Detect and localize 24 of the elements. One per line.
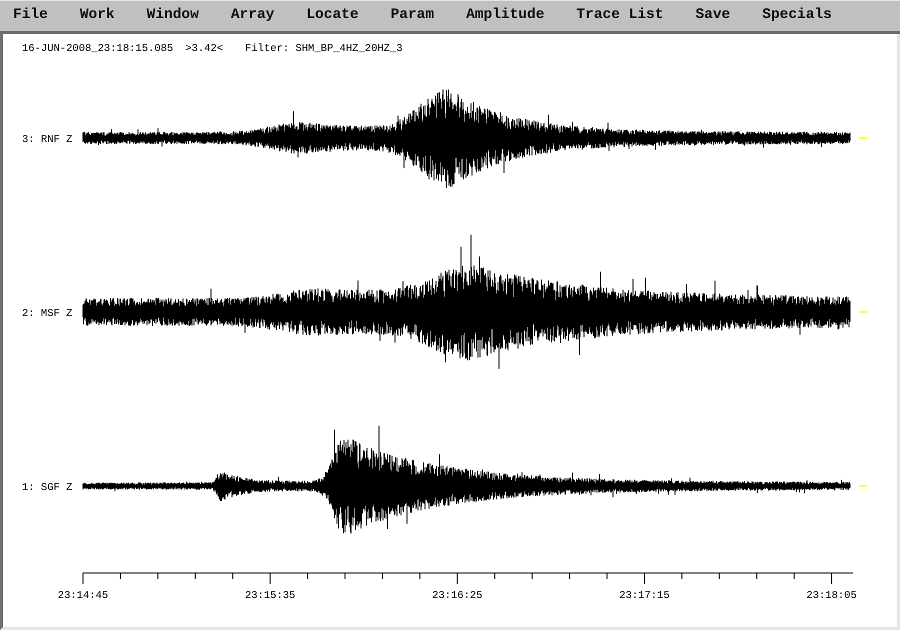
time-label: 23:15:35: [244, 590, 296, 602]
menu-item[interactable]: Trace List: [575, 5, 664, 27]
menu-item[interactable]: Locate: [305, 5, 360, 27]
menu-item[interactable]: Specials: [761, 5, 833, 27]
amplitude-value: >3.42<: [185, 43, 224, 55]
menu-item[interactable]: Work: [78, 5, 116, 27]
menu-item[interactable]: Window: [146, 5, 200, 27]
trace-label: 3: RNF Z: [22, 134, 72, 146]
menu-item[interactable]: Amplitude: [465, 5, 546, 27]
timestamp-text: 16-JUN-2008_23:18:15.085: [22, 43, 174, 55]
time-label: 23:14:45: [58, 590, 108, 602]
trace-marker: [859, 485, 867, 487]
time-label: 23:18:05: [806, 590, 857, 602]
menu-item[interactable]: Array: [230, 5, 276, 27]
trace-marker: [859, 311, 867, 313]
trace-marker: [859, 137, 867, 139]
menu-item[interactable]: File: [12, 5, 49, 27]
menu-item[interactable]: Save: [694, 5, 732, 27]
filter-label: Filter: SHM_BP_4HZ_20HZ_3: [245, 43, 403, 55]
trace-label: 1: SGF Z: [22, 482, 72, 494]
menu-item[interactable]: Param: [390, 5, 436, 27]
time-label: 23:16:25: [432, 590, 482, 602]
time-label: 23:17:15: [619, 590, 670, 602]
trace-label: 2: MSF Z: [22, 308, 72, 320]
